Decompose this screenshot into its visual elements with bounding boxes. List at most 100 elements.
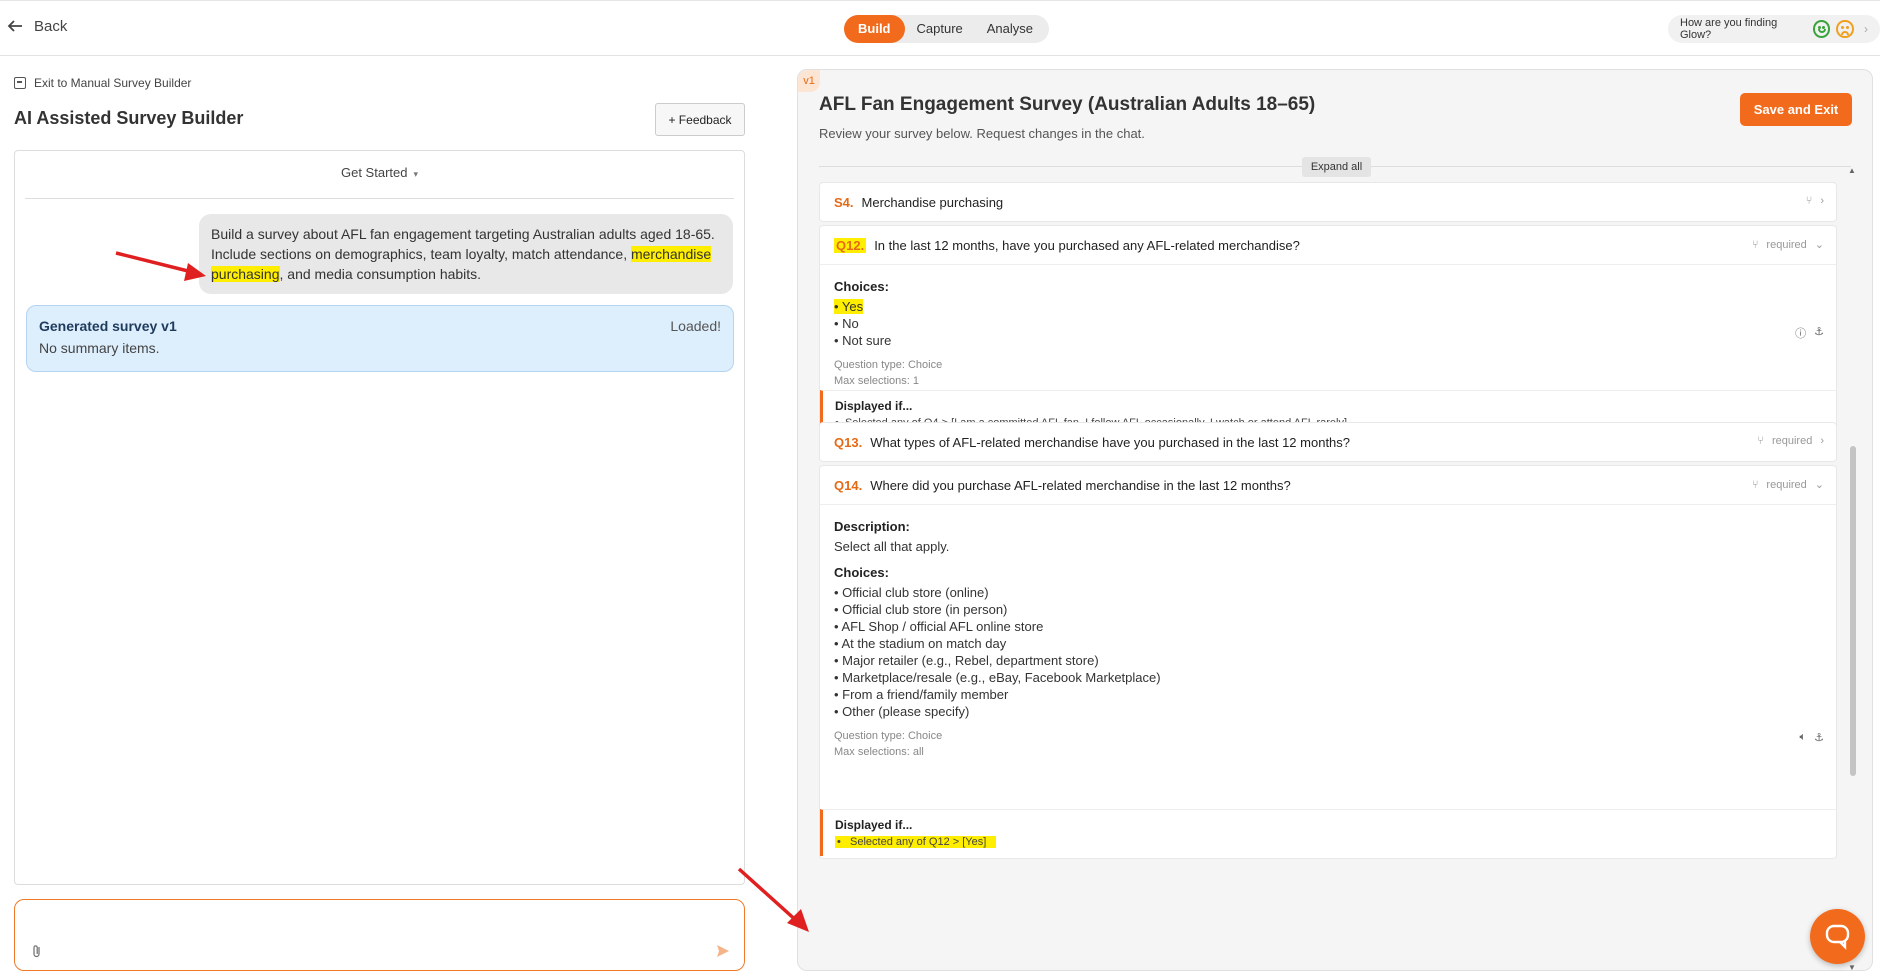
chevron-down-icon[interactable]: ⌄: [1815, 478, 1824, 491]
question-header-q13[interactable]: Q13. What types of AFL-related merchandi…: [820, 423, 1836, 461]
question-text: What types of AFL-related merchandise ha…: [870, 434, 1351, 450]
chat-panel: Get Started ▾ Build a survey about AFL fa…: [14, 150, 745, 885]
scroll-up-icon[interactable]: ▲: [1848, 166, 1856, 175]
question-number: Q14.: [834, 477, 863, 493]
display-if-label: Displayed if...: [835, 818, 913, 832]
generated-survey-title: Generated survey v1: [39, 318, 177, 334]
question-body: Description: Select all that apply. Choi…: [820, 504, 1836, 809]
chevron-right-icon[interactable]: ›: [1820, 195, 1824, 207]
speaker-icon[interactable]: 🔈︎: [1800, 731, 1807, 744]
survey-subtitle: Review your survey below. Request change…: [819, 126, 1145, 141]
survey-preview-panel: v1 AFL Fan Engagement Survey (Australian…: [797, 69, 1873, 971]
display-if-text: Selected any of Q12 > [Yes]: [850, 836, 987, 848]
required-label: required: [1766, 238, 1807, 251]
sad-face-icon[interactable]: [1836, 20, 1854, 38]
scrollbar[interactable]: ▲ ▼: [1848, 166, 1858, 970]
tab-capture[interactable]: Capture: [905, 15, 975, 43]
exit-icon: [14, 77, 26, 89]
help-chat-button[interactable]: [1810, 909, 1865, 964]
display-if-label: Displayed if...: [835, 399, 913, 413]
section-title: Merchandise purchasing: [861, 194, 1004, 210]
branch-icon: ⑂: [1805, 195, 1813, 207]
choice-yes: • Yes: [834, 299, 864, 314]
question-type: Question type: Choice: [834, 359, 943, 371]
caret-down-icon: ▾: [413, 169, 418, 179]
question-text: In the last 12 months, have you purchase…: [874, 237, 1300, 253]
save-and-exit-button[interactable]: Save and Exit: [1740, 93, 1852, 126]
get-started-label: Get Started: [340, 165, 408, 180]
question-text: Where did you purchase AFL-related merch…: [870, 477, 1291, 493]
anchor-icon[interactable]: ⚓: [1814, 325, 1824, 341]
back-label: Back: [34, 17, 68, 35]
question-card-q12: Q12. In the last 12 months, have you pur…: [819, 225, 1837, 437]
tab-analyse[interactable]: Analyse: [975, 15, 1045, 43]
chevron-right-icon[interactable]: ›: [1820, 435, 1824, 447]
choice-item: • AFL Shop / official AFL online store: [834, 619, 1044, 634]
info-icon[interactable]: ⓘ: [1795, 325, 1806, 341]
generated-survey-card[interactable]: Generated survey v1 No summary items. Lo…: [26, 305, 734, 372]
glow-feedback-pill: How are you finding Glow? ›: [1668, 15, 1880, 43]
page-title: AI Assisted Survey Builder: [14, 108, 244, 128]
display-if-condition: • Selected any of Q12 > [Yes]: [835, 836, 1824, 848]
glow-feedback-prompt: How are you finding Glow?: [1680, 17, 1778, 41]
tab-build[interactable]: Build: [844, 15, 905, 43]
version-badge: v1: [798, 70, 820, 92]
section-header[interactable]: S4. Merchandise purchasing ⑂ ›: [820, 183, 1836, 221]
generated-survey-summary: No summary items.: [39, 340, 160, 356]
arrow-left-icon: [7, 20, 22, 32]
max-selections: Max selections: 1: [834, 375, 919, 387]
question-number: Q12.: [834, 237, 867, 253]
send-icon[interactable]: [716, 944, 730, 958]
branch-icon: ⑂: [1751, 238, 1759, 251]
get-started-toggle[interactable]: Get Started ▾: [15, 165, 744, 180]
display-logic: Displayed if... • Selected any of Q12 > …: [820, 809, 1836, 856]
scroll-thumb[interactable]: [1850, 446, 1856, 776]
choice-item: • Yes: [834, 298, 1822, 315]
question-header-q12[interactable]: Q12. In the last 12 months, have you pur…: [820, 226, 1836, 264]
chat-bubble-icon: [1825, 924, 1850, 950]
choices-label: Choices:: [834, 565, 889, 580]
expand-all-button[interactable]: Expand all: [1302, 157, 1371, 177]
happy-face-icon[interactable]: [1812, 20, 1831, 38]
feedback-button[interactable]: + Feedback: [655, 103, 745, 136]
chevron-down-icon[interactable]: ⌄: [1815, 238, 1824, 251]
description-text: Select all that apply.: [834, 539, 950, 554]
user-message-bubble: Build a survey about AFL fan engagement …: [199, 214, 733, 294]
scroll-down-icon[interactable]: ▼: [1848, 963, 1856, 970]
choice-item: • No: [834, 316, 859, 331]
choice-item: • Major retailer (e.g., Rebel, departmen…: [834, 653, 1099, 668]
question-card-q13[interactable]: Q13. What types of AFL-related merchandi…: [819, 422, 1837, 462]
chevron-right-icon[interactable]: ›: [1864, 22, 1868, 36]
choice-item: • Official club store (in person): [834, 602, 1008, 617]
paperclip-icon[interactable]: [31, 944, 43, 961]
max-selections: Max selections: all: [834, 746, 924, 758]
question-header-q14[interactable]: Q14. Where did you purchase AFL-related …: [820, 466, 1836, 504]
question-number: Q13.: [834, 434, 863, 450]
exit-manual-builder-link[interactable]: Exit to Manual Survey Builder: [14, 76, 191, 90]
branch-icon: ⑂: [1751, 478, 1759, 491]
choices-label: Choices:: [834, 279, 889, 294]
section-number: S4.: [834, 194, 854, 210]
question-card-q14: Q14. Where did you purchase AFL-related …: [819, 465, 1837, 859]
choice-item: • At the stadium on match day: [834, 636, 1007, 651]
chat-input[interactable]: [14, 899, 745, 971]
exit-label: Exit to Manual Survey Builder: [34, 76, 192, 90]
choice-item: • Not sure: [834, 333, 892, 348]
top-bar: Back Build Capture Analyse How are you f…: [0, 0, 1880, 56]
generated-survey-status: Loaded!: [670, 318, 721, 334]
required-label: required: [1766, 478, 1807, 491]
description-label: Description:: [834, 519, 910, 534]
section-card[interactable]: S4. Merchandise purchasing ⑂ ›: [819, 182, 1837, 222]
mode-tabs: Build Capture Analyse: [844, 15, 1049, 43]
back-button[interactable]: Back: [6, 17, 67, 35]
branch-icon: ⑂: [1757, 435, 1764, 447]
question-type: Question type: Choice: [834, 730, 943, 742]
divider: [25, 198, 734, 199]
user-message-text-end: , and media consumption habits.: [279, 266, 482, 282]
choice-item: • Other (please specify): [834, 704, 970, 719]
anchor-icon[interactable]: ⚓: [1814, 731, 1824, 744]
choice-item: • Marketplace/resale (e.g., eBay, Facebo…: [834, 670, 1161, 685]
required-label: required: [1771, 435, 1813, 447]
survey-title: AFL Fan Engagement Survey (Australian Ad…: [819, 94, 1316, 115]
question-body: Choices: • Yes • No • Not sure Question …: [820, 264, 1836, 390]
